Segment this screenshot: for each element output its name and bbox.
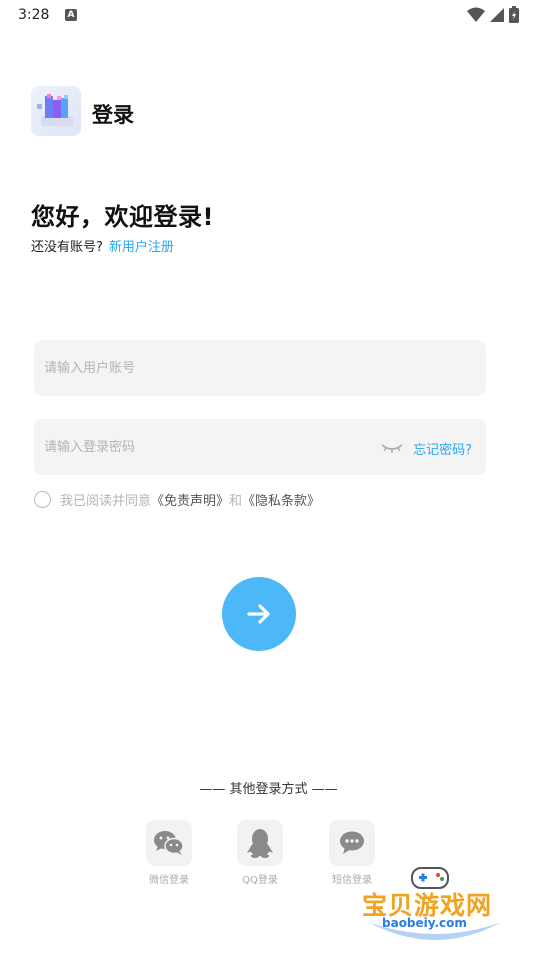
wechat-login-button[interactable]: 微信登录 (129, 820, 209, 886)
agree-and: 和 (229, 493, 243, 509)
welcome-heading: 您好，欢迎登录! (31, 203, 214, 231)
page-title: 登录 (92, 103, 134, 127)
other-login-title: —— 其他登录方式 —— (199, 782, 338, 797)
username-input[interactable] (44, 340, 364, 396)
no-account-text: 还没有账号? (31, 240, 103, 255)
forgot-password-link[interactable]: 忘记密码? (413, 439, 472, 458)
cube-logo-icon (31, 86, 81, 136)
agreement-row: 我已阅读并同意《免责声明》和《隐私条款》 (34, 489, 320, 509)
eye-closed-icon[interactable] (380, 439, 404, 455)
login-submit-button[interactable] (222, 577, 296, 651)
arrow-right-icon (247, 604, 270, 624)
password-field[interactable]: 忘记密码? (34, 419, 486, 475)
notification-a-icon: A (65, 9, 77, 21)
status-bar: 3:28 A (0, 0, 537, 32)
signal-icon (490, 7, 504, 22)
agree-prefix: 我已阅读并同意 (60, 493, 152, 509)
wechat-login-label: 微信登录 (149, 875, 189, 886)
qq-icon (237, 820, 283, 866)
privacy-link[interactable]: 《隐私条款》 (242, 494, 320, 509)
site-watermark: 宝贝游戏网 baobeiy.com (360, 858, 510, 950)
agree-checkbox[interactable] (34, 490, 51, 508)
register-link[interactable]: 新用户注册 (109, 240, 174, 255)
disclaimer-link[interactable]: 《免责声明》 (151, 494, 229, 509)
qq-login-label: QQ登录 (242, 875, 278, 886)
username-field[interactable] (34, 340, 486, 396)
agreement-text: 我已阅读并同意《免责声明》和《隐私条款》 (60, 490, 320, 509)
wifi-icon (467, 7, 485, 22)
password-input[interactable] (44, 419, 364, 475)
qq-login-button[interactable]: QQ登录 (220, 820, 300, 886)
wechat-icon (146, 820, 192, 866)
watermark-url: baobeiy.com (382, 916, 467, 930)
register-prompt: 还没有账号? 新用户注册 (31, 236, 174, 255)
status-icons (467, 6, 519, 23)
status-time: 3:28 (18, 7, 50, 23)
battery-icon (509, 6, 519, 23)
